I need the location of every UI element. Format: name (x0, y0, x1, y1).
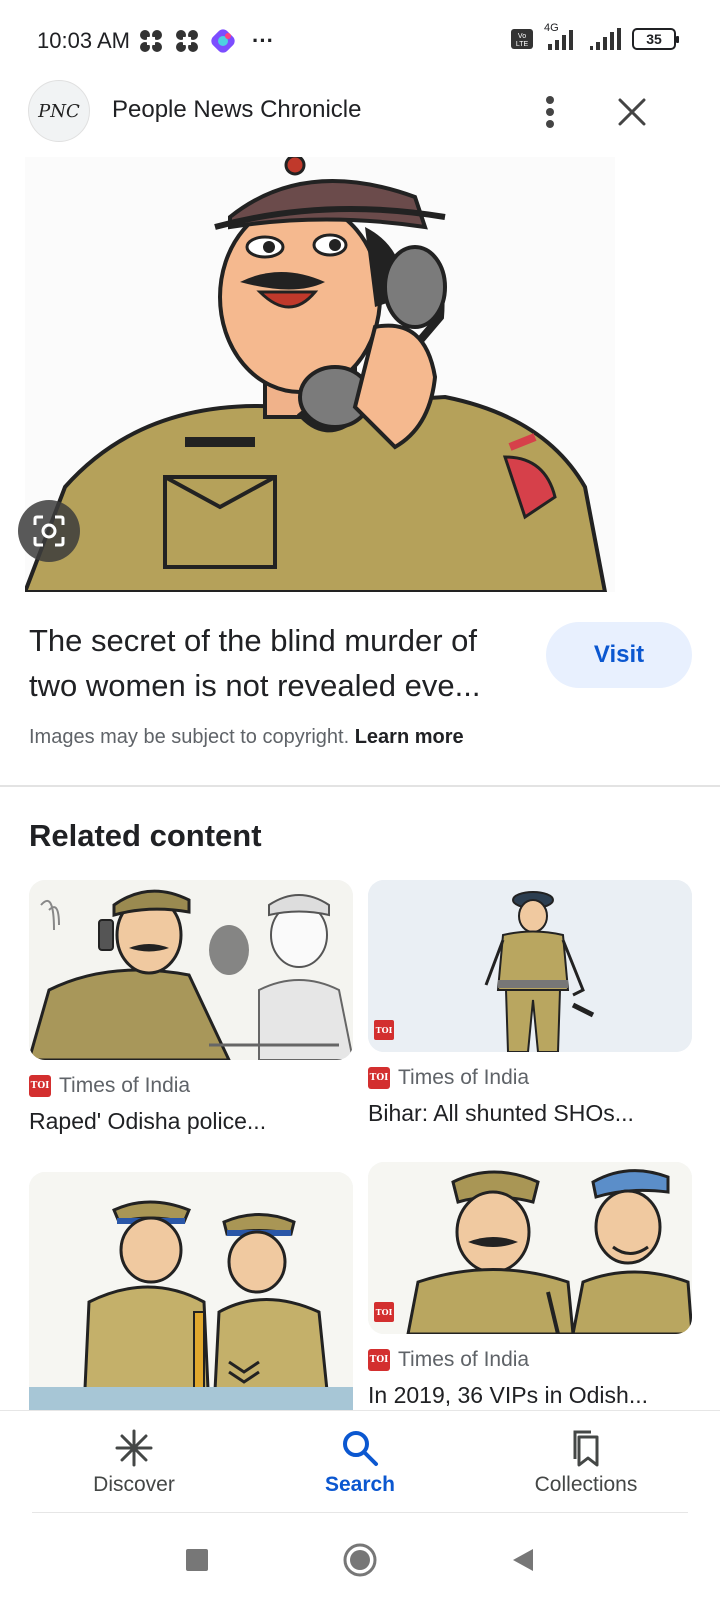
learn-more-link[interactable]: Learn more (355, 726, 464, 748)
toi-image-badge: TOI (374, 1302, 394, 1322)
divider (0, 785, 720, 787)
image-title[interactable]: The secret of the blind murder of two wo… (29, 618, 529, 708)
svg-text:LTE: LTE (516, 41, 529, 48)
app-grid-icon-2 (176, 30, 198, 52)
related-card-image[interactable]: TOI (368, 1162, 692, 1334)
status-time: 10:03 AM (37, 28, 130, 53)
image-title-area: The secret of the blind murder of two wo… (29, 618, 529, 708)
lens-icon (33, 515, 65, 547)
nav-search[interactable]: Search (280, 1429, 440, 1497)
recents-button[interactable] (177, 1540, 217, 1580)
card-title[interactable]: Bihar: All shunted SHOs... (368, 1100, 692, 1127)
card-title[interactable]: In 2019, 36 VIPs in Odish... (368, 1382, 692, 1409)
related-card[interactable]: TOI TOI Times of India In 2019, 36 VIPs … (368, 1162, 692, 1409)
related-heading: Related content (29, 818, 262, 853)
google-lens-button[interactable] (18, 500, 80, 562)
signal-strength-icon-2 (590, 28, 621, 50)
copyright-notice: Images may be subject to copyright. Lear… (29, 726, 464, 749)
circle-icon (343, 1543, 377, 1577)
card-source: TOI Times of India (29, 1074, 353, 1098)
volte-icon: VoLTE (511, 29, 533, 49)
police-officer-illustration (25, 157, 615, 592)
police-duo-illustration (368, 1162, 692, 1334)
source-name[interactable]: People News Chronicle (112, 96, 361, 124)
bottom-navigation: Discover Search Collections (0, 1410, 720, 1510)
source-logo[interactable]: PNC (28, 80, 90, 142)
related-card-image[interactable] (29, 880, 353, 1060)
more-notifications-icon: ··· (252, 28, 274, 53)
nav-discover-label: Discover (93, 1473, 175, 1496)
nav-divider (32, 1512, 688, 1513)
close-button[interactable] (610, 90, 654, 134)
card-source: TOI Times of India (368, 1066, 692, 1090)
collections-icon (573, 1430, 599, 1467)
more-vert-icon (546, 96, 554, 128)
card-source-name: Times of India (398, 1348, 530, 1371)
two-policemen-illustration (29, 1172, 353, 1410)
related-card-image[interactable] (29, 1172, 353, 1410)
status-bar: 10:03 AM ··· Vo LTE 4G 35 (0, 0, 720, 84)
standing-policeman-illustration (368, 880, 692, 1052)
related-card[interactable]: TOI TOI Times of India Bihar: All shunte… (368, 880, 692, 1127)
square-icon (186, 1549, 208, 1571)
toi-logo: TOI (368, 1349, 390, 1371)
app-grid-icon (140, 30, 162, 52)
nav-discover[interactable]: Discover (54, 1429, 214, 1497)
more-options-button[interactable] (530, 90, 570, 134)
main-image[interactable] (25, 157, 615, 592)
related-card[interactable] (29, 1172, 353, 1410)
network-type-label: 4G (544, 22, 559, 34)
police-phone-illustration (29, 880, 353, 1060)
toi-image-badge: TOI (374, 1020, 394, 1040)
back-button[interactable] (502, 1540, 542, 1580)
colorful-app-icon (211, 29, 235, 53)
home-button[interactable] (340, 1540, 380, 1580)
battery-icon: 35 (632, 28, 679, 50)
nav-collections-label: Collections (534, 1473, 638, 1496)
related-card-image[interactable]: TOI (368, 880, 692, 1052)
card-source: TOI Times of India (368, 1348, 692, 1372)
system-status-icons: Vo LTE 4G 35 (510, 22, 679, 50)
visit-button[interactable]: Visit (546, 622, 692, 688)
source-header: PNC People News Chronicle (0, 80, 720, 150)
nav-search-label: Search (324, 1473, 396, 1496)
notification-icons: ··· (138, 28, 274, 54)
copyright-text: Images may be subject to copyright. (29, 726, 350, 748)
system-navigation (0, 1514, 720, 1600)
svg-text:Vo: Vo (518, 33, 526, 40)
toi-logo: TOI (29, 1075, 51, 1097)
card-source-name: Times of India (59, 1074, 191, 1097)
asterisk-icon (115, 1429, 153, 1467)
toi-logo: TOI (368, 1067, 390, 1089)
nav-collections[interactable]: Collections (506, 1429, 666, 1497)
back-triangle-icon (513, 1549, 533, 1571)
related-card[interactable]: TOI Times of India Raped' Odisha police.… (29, 880, 353, 1135)
card-source-name: Times of India (398, 1066, 530, 1089)
card-title[interactable]: Raped' Odisha police... (29, 1108, 353, 1135)
search-icon (343, 1431, 378, 1466)
close-icon (618, 98, 646, 126)
